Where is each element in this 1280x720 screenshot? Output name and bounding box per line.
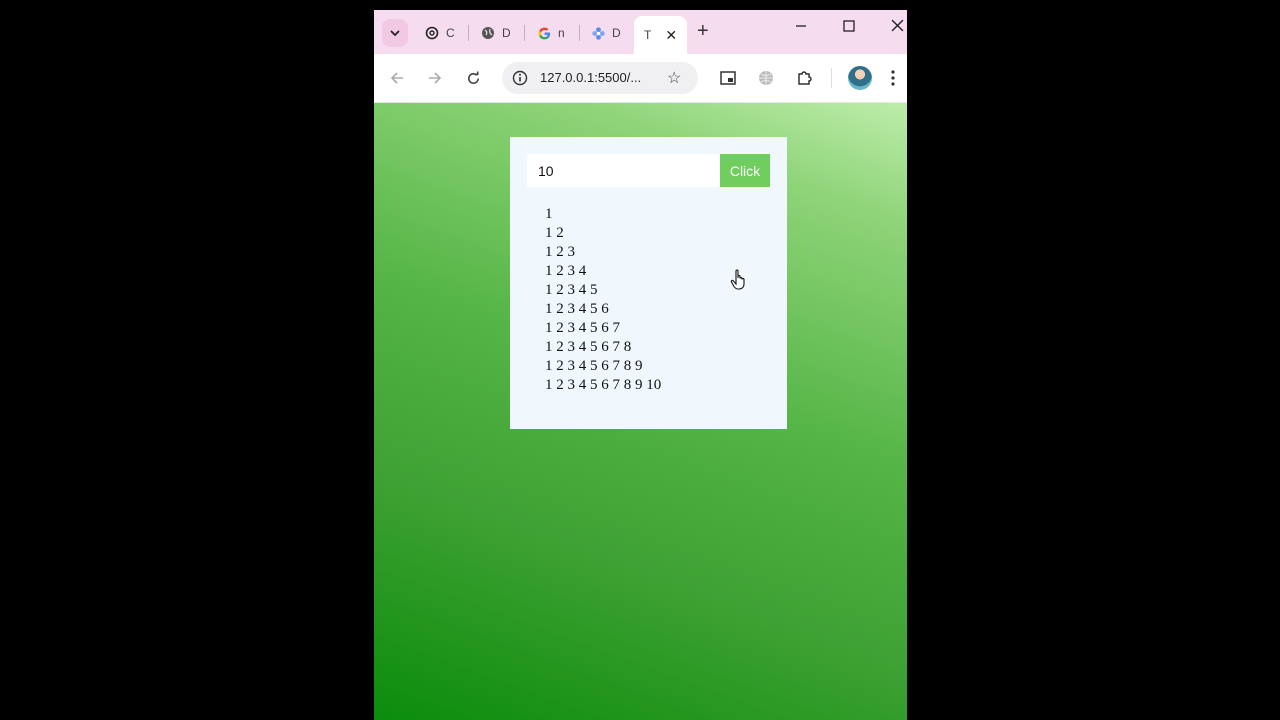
back-icon[interactable] [386,67,408,89]
close-tab-icon[interactable]: ✕ [665,27,677,44]
browser-window: C D n D T ✕ + 127.0.0.1:5500/... ☆ 10 Cl… [374,10,907,720]
site-info-icon[interactable] [512,70,528,86]
bookmark-star-icon[interactable]: ☆ [667,68,681,88]
tab-label: C [446,26,455,40]
tab-flower[interactable]: D [590,18,621,48]
picture-in-picture-icon[interactable] [717,67,739,89]
tab-active[interactable]: T ✕ [634,16,688,54]
extensions-puzzle-icon[interactable] [794,67,816,89]
pattern-output: 1 1 2 1 2 3 1 2 3 4 1 2 3 4 5 1 2 3 4 5 … [545,205,661,395]
tab-google[interactable]: n [536,18,565,48]
click-button[interactable]: Click [720,154,770,187]
output-row: 1 2 3 4 5 6 7 [545,320,620,336]
tab-globe[interactable]: D [480,18,511,48]
output-row: 1 2 3 4 5 [545,282,598,298]
output-row: 1 2 3 4 5 6 7 8 9 [545,358,643,374]
output-row: 1 2 3 4 5 6 [545,301,609,317]
reload-icon[interactable] [462,67,484,89]
globe-icon [480,25,496,41]
menu-kebab-icon[interactable] [888,67,898,89]
browser-toolbar: 127.0.0.1:5500/... ☆ [374,54,907,103]
tab-label: n [558,26,565,40]
chatgpt-icon [424,25,440,41]
chevron-down-icon [390,30,400,37]
page-content: Click 1 1 2 1 2 3 1 2 3 4 1 2 3 4 5 1 2 … [374,103,907,720]
tab-chatgpt[interactable]: C [424,18,455,48]
number-input[interactable] [527,154,719,187]
output-row: 1 [545,206,553,222]
toolbar-divider [831,68,832,88]
output-row: 1 2 [545,225,564,241]
output-row: 1 2 3 4 5 6 7 8 [545,339,632,355]
tab-label: D [612,26,621,40]
url-text[interactable]: 127.0.0.1:5500/... [540,70,641,85]
tab-strip: C D n D T ✕ + [374,10,907,54]
profile-avatar[interactable] [848,66,872,90]
new-tab-button[interactable]: + [697,20,709,43]
output-row: 1 2 3 [545,244,575,260]
tab-label: D [502,26,511,40]
maximize-icon[interactable] [835,19,863,37]
tab-search-button[interactable] [382,19,408,47]
forward-icon[interactable] [424,67,446,89]
tab-label: T [644,28,652,42]
flower-icon [590,25,606,41]
minimize-icon[interactable] [787,19,815,37]
google-icon [536,25,552,41]
address-bar[interactable]: 127.0.0.1:5500/... ☆ [502,62,698,94]
hand-cursor-icon [730,269,745,290]
close-window-icon[interactable] [883,19,907,37]
output-row: 1 2 3 4 5 6 7 8 9 10 [545,377,662,393]
output-row: 1 2 3 4 [545,263,587,279]
extension-globe-icon[interactable] [755,67,777,89]
